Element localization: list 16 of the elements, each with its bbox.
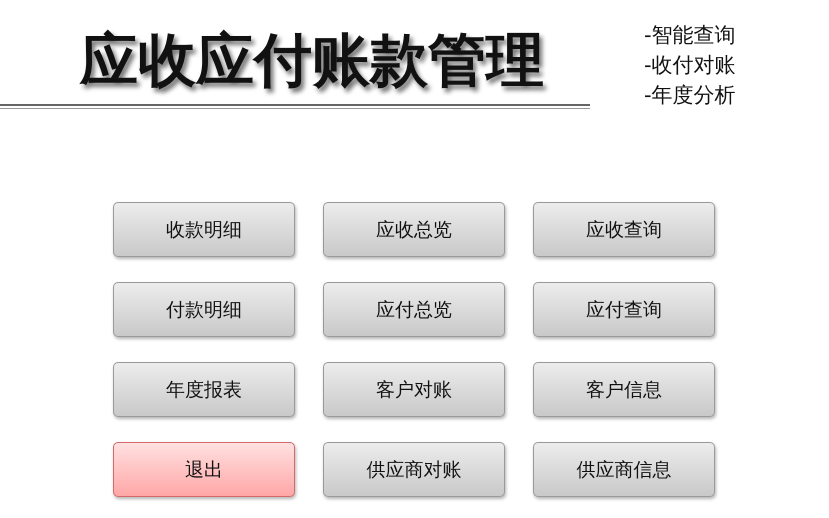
menu-button[interactable]: 付款明细	[113, 282, 295, 337]
menu-button[interactable]: 供应商信息	[533, 442, 715, 497]
menu-button[interactable]: 应收查询	[533, 202, 715, 257]
menu-button[interactable]: 客户信息	[533, 362, 715, 417]
feature-text: -收付对账	[644, 52, 736, 79]
menu-button[interactable]: 客户对账	[323, 362, 505, 417]
menu-button[interactable]: 应付查询	[533, 282, 715, 337]
menu-button[interactable]: 收款明细	[113, 202, 295, 257]
feature-text: -智能查询	[644, 22, 736, 49]
feature-text: -年度分析	[644, 82, 736, 109]
menu-button[interactable]: 应收总览	[323, 202, 505, 257]
app-title: 应收应付账款管理	[80, 25, 544, 96]
exit-button[interactable]: 退出	[113, 442, 295, 497]
menu-button[interactable]: 应付总览	[323, 282, 505, 337]
menu-button[interactable]: 供应商对账	[323, 442, 505, 497]
menu-button[interactable]: 年度报表	[113, 362, 295, 417]
